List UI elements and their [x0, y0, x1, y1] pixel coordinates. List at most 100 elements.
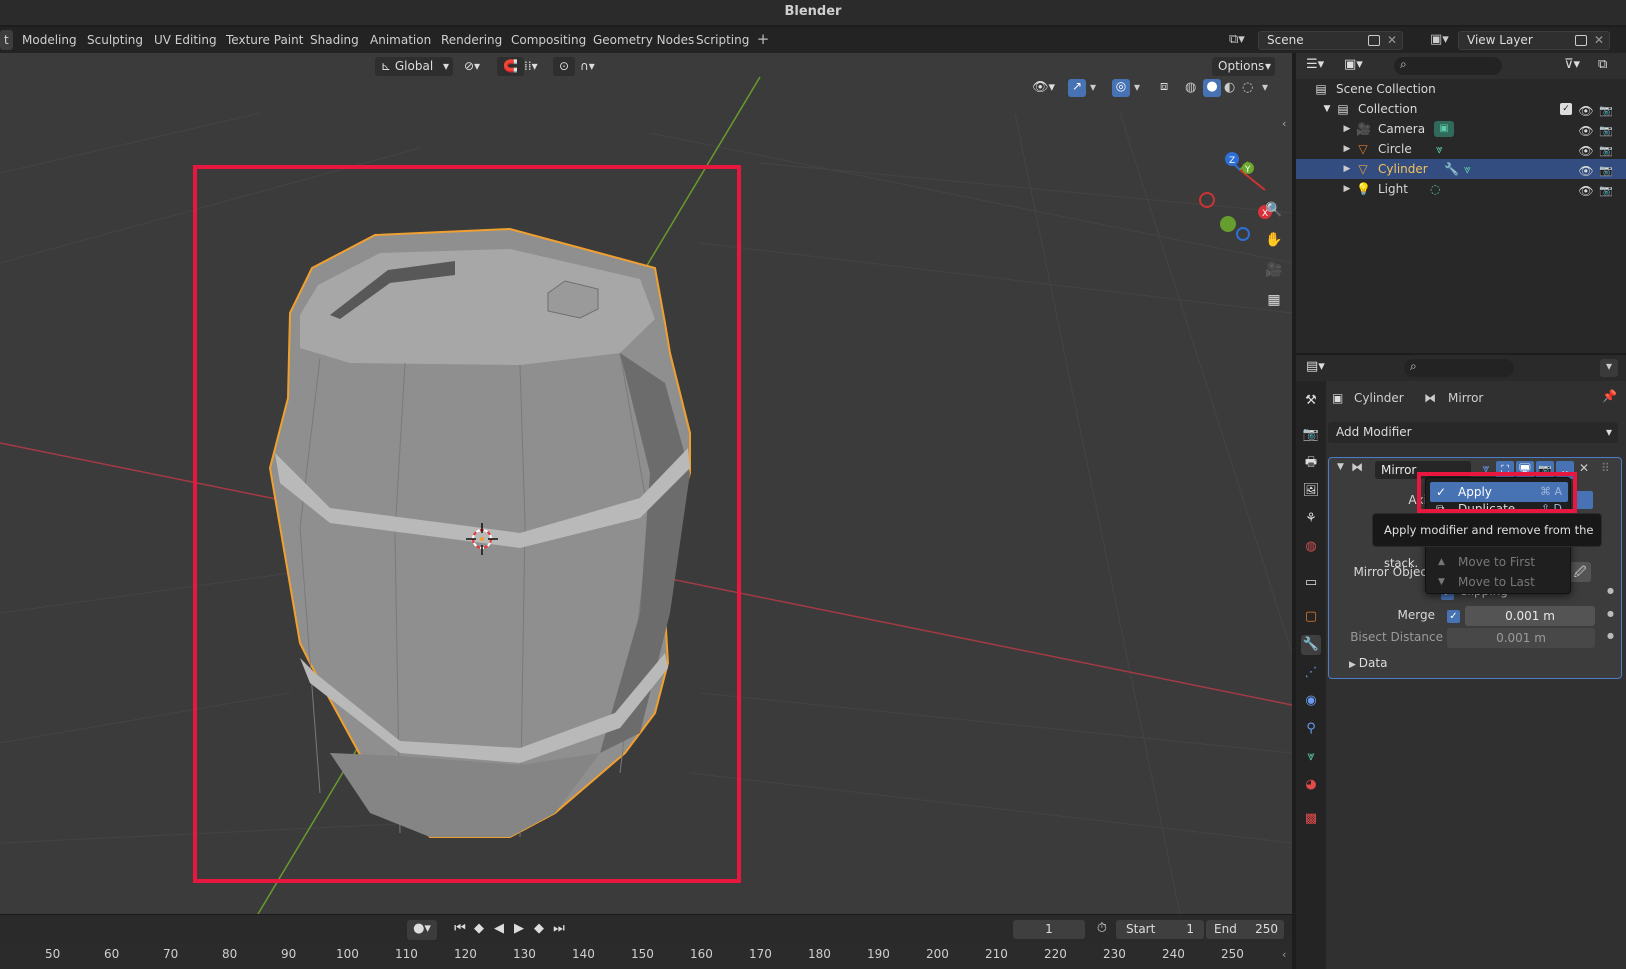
- editor-type-icon[interactable]: ☰▾: [1306, 57, 1324, 72]
- visibility-eye-icon[interactable]: 👁: [1578, 141, 1594, 158]
- display-mode-icon[interactable]: ▣▾: [1344, 57, 1363, 72]
- tab-uv-editing[interactable]: UV Editing: [146, 30, 225, 50]
- light-data-icon[interactable]: ◌: [1430, 179, 1440, 199]
- expand-arrow-icon[interactable]: ▶: [1340, 162, 1354, 176]
- collapse-arrow-icon[interactable]: ▼: [1320, 102, 1334, 116]
- world-tab-icon[interactable]: ◍: [1301, 537, 1321, 557]
- add-modifier-dropdown[interactable]: Add Modifier ▾: [1328, 422, 1618, 443]
- outliner-search-input[interactable]: ⌕: [1394, 57, 1502, 75]
- bisect-distance-field[interactable]: 0.001 m: [1447, 628, 1595, 648]
- jump-start-icon[interactable]: ⏮: [451, 920, 469, 938]
- proportional-edit-icon[interactable]: ⊙: [553, 57, 576, 76]
- render-tab-icon[interactable]: 📷: [1301, 425, 1321, 445]
- data-subpanel-header[interactable]: ▶ Data: [1349, 656, 1387, 670]
- start-frame-field[interactable]: Start 1: [1116, 920, 1204, 939]
- snap-target-icon[interactable]: ⁞⁞▾: [518, 57, 544, 76]
- tab-scripting[interactable]: Scripting: [688, 30, 757, 50]
- panel-collapse-icon[interactable]: ▼: [1337, 462, 1344, 472]
- render-camera-icon[interactable]: 📷: [1598, 101, 1614, 117]
- merge-checkbox[interactable]: ✓: [1447, 610, 1460, 623]
- modifier-wrench-icon[interactable]: 🔧: [1444, 159, 1459, 179]
- scene-close-icon[interactable]: ✕: [1387, 32, 1397, 49]
- tab-compositing[interactable]: Compositing: [503, 30, 594, 50]
- keyframe-dot-icon[interactable]: ●: [1607, 609, 1614, 618]
- tab-modeling[interactable]: Modeling: [14, 30, 85, 50]
- menu-item-move-to-first[interactable]: ▲ Move to First: [1430, 552, 1568, 572]
- current-frame-field[interactable]: 1: [1013, 920, 1085, 939]
- outliner-row-collection[interactable]: ▼ ▤ Collection ✓ 👁 📷: [1296, 99, 1626, 119]
- render-camera-icon[interactable]: 📷: [1598, 121, 1614, 137]
- timeline-ruler[interactable]: 50 60 70 80 90 100 110 120 130 140 150 1…: [0, 942, 1292, 969]
- remove-modifier-icon[interactable]: ✕: [1579, 461, 1589, 475]
- shading-dropdown-icon[interactable]: ▾: [1262, 80, 1268, 94]
- xray-toggle-icon[interactable]: ⧈: [1160, 79, 1168, 94]
- render-camera-icon[interactable]: 📷: [1598, 161, 1614, 177]
- render-camera-icon[interactable]: 📷: [1598, 141, 1614, 157]
- tab-shading[interactable]: Shading: [302, 30, 367, 50]
- camera-data-icon[interactable]: ▣: [1434, 121, 1454, 137]
- tab-layout[interactable]: t: [0, 30, 13, 50]
- timer-icon[interactable]: ⏱: [1093, 920, 1111, 938]
- tab-texture-paint[interactable]: Texture Paint: [218, 30, 311, 50]
- view-layer-tab-icon[interactable]: 🖼: [1301, 481, 1321, 501]
- tab-sculpting[interactable]: Sculpting: [79, 30, 151, 50]
- texture-tab-icon[interactable]: ▩: [1301, 809, 1321, 829]
- overlays-dropdown-icon[interactable]: ▾: [1134, 80, 1140, 94]
- perspective-grid-icon[interactable]: ▦: [1262, 288, 1286, 312]
- mesh-data-icon[interactable]: ⩔: [1436, 139, 1443, 159]
- outliner-row-cylinder[interactable]: ▶ ▽ Cylinder 🔧 ⩔ 👁 📷: [1296, 159, 1626, 179]
- merge-distance-field[interactable]: 0.001 m: [1465, 606, 1595, 626]
- material-tab-icon[interactable]: ◕: [1301, 775, 1321, 795]
- keyframe-dot-icon[interactable]: ●: [1607, 586, 1614, 595]
- visibility-icon[interactable]: 👁▾: [1032, 80, 1055, 95]
- scene-copy-icon[interactable]: [1368, 34, 1380, 51]
- auto-keying-icon[interactable]: ●▾: [407, 920, 437, 940]
- pivot-point-icon[interactable]: ⊘▾: [458, 57, 486, 76]
- next-keyframe-icon[interactable]: ◆: [530, 920, 548, 938]
- physics-tab-icon[interactable]: ◉: [1301, 691, 1321, 711]
- options-dropdown[interactable]: Options ▾: [1212, 57, 1275, 76]
- collection-tab-icon[interactable]: ▭: [1301, 573, 1321, 593]
- outliner-row-light[interactable]: ▶ 💡 Light ◌ 👁 📷: [1296, 179, 1626, 199]
- new-collection-icon[interactable]: ⧉: [1598, 57, 1607, 72]
- chevron-down-icon[interactable]: ▾: [1600, 359, 1618, 377]
- gizmo-dropdown-icon[interactable]: ▾: [1090, 80, 1096, 94]
- tab-geometry-nodes[interactable]: Geometry Nodes: [585, 30, 702, 50]
- output-tab-icon[interactable]: 🖶: [1301, 453, 1321, 473]
- filter-icon[interactable]: ⊽▾: [1564, 57, 1580, 72]
- outliner-row-circle[interactable]: ▶ ▽ Circle ⩔ 👁 📷: [1296, 139, 1626, 159]
- jump-end-icon[interactable]: ⏭: [550, 920, 568, 938]
- view-layer-field[interactable]: View Layer ✕: [1458, 31, 1610, 50]
- render-camera-icon[interactable]: 📷: [1598, 181, 1614, 197]
- eyedropper-icon[interactable]: 🖉: [1569, 562, 1591, 582]
- visibility-eye-icon[interactable]: 👁: [1578, 181, 1594, 198]
- tool-tab-icon[interactable]: ⚒: [1301, 391, 1321, 411]
- exclude-checkbox[interactable]: ✓: [1560, 103, 1572, 115]
- visibility-eye-icon[interactable]: 👁: [1578, 101, 1594, 118]
- scene-selector-icon[interactable]: ⧉▾: [1229, 32, 1257, 50]
- end-frame-field[interactable]: End 250: [1206, 920, 1284, 939]
- object-tab-icon[interactable]: ▢: [1301, 607, 1321, 627]
- transform-orientation-dropdown[interactable]: ⊾ Global ▾: [375, 57, 453, 76]
- expand-arrow-icon[interactable]: ▶: [1340, 142, 1354, 156]
- properties-search-input[interactable]: ⌕: [1404, 359, 1514, 377]
- view-layer-copy-icon[interactable]: [1575, 34, 1587, 51]
- falloff-icon[interactable]: ∩▾: [574, 57, 601, 76]
- outliner-row-camera[interactable]: ▶ 🎥 Camera ▣ 👁 📷: [1296, 119, 1626, 139]
- prev-keyframe-icon[interactable]: ◆: [470, 920, 488, 938]
- modifier-tab-icon[interactable]: 🔧: [1301, 635, 1321, 655]
- rendered-shading-icon[interactable]: ◌: [1242, 80, 1253, 95]
- view-layer-icon[interactable]: ▣▾: [1430, 32, 1458, 50]
- tab-rendering[interactable]: Rendering: [433, 30, 510, 50]
- editor-type-icon[interactable]: ▤▾: [1306, 359, 1325, 374]
- particles-tab-icon[interactable]: ⋰: [1301, 663, 1321, 683]
- drag-handle-icon[interactable]: ⠿: [1601, 461, 1610, 475]
- pan-hand-icon[interactable]: ✋: [1262, 228, 1286, 252]
- gizmo-toggle-icon[interactable]: ↗: [1068, 79, 1086, 97]
- sidebar-collapse-icon[interactable]: ‹: [1282, 117, 1286, 130]
- wireframe-shading-icon[interactable]: ◍: [1185, 80, 1196, 95]
- overlays-toggle-icon[interactable]: ◎: [1112, 79, 1130, 97]
- axis-toggle[interactable]: [1575, 491, 1593, 509]
- zoom-icon[interactable]: 🔍: [1262, 198, 1286, 222]
- play-reverse-icon[interactable]: ◀: [490, 920, 508, 938]
